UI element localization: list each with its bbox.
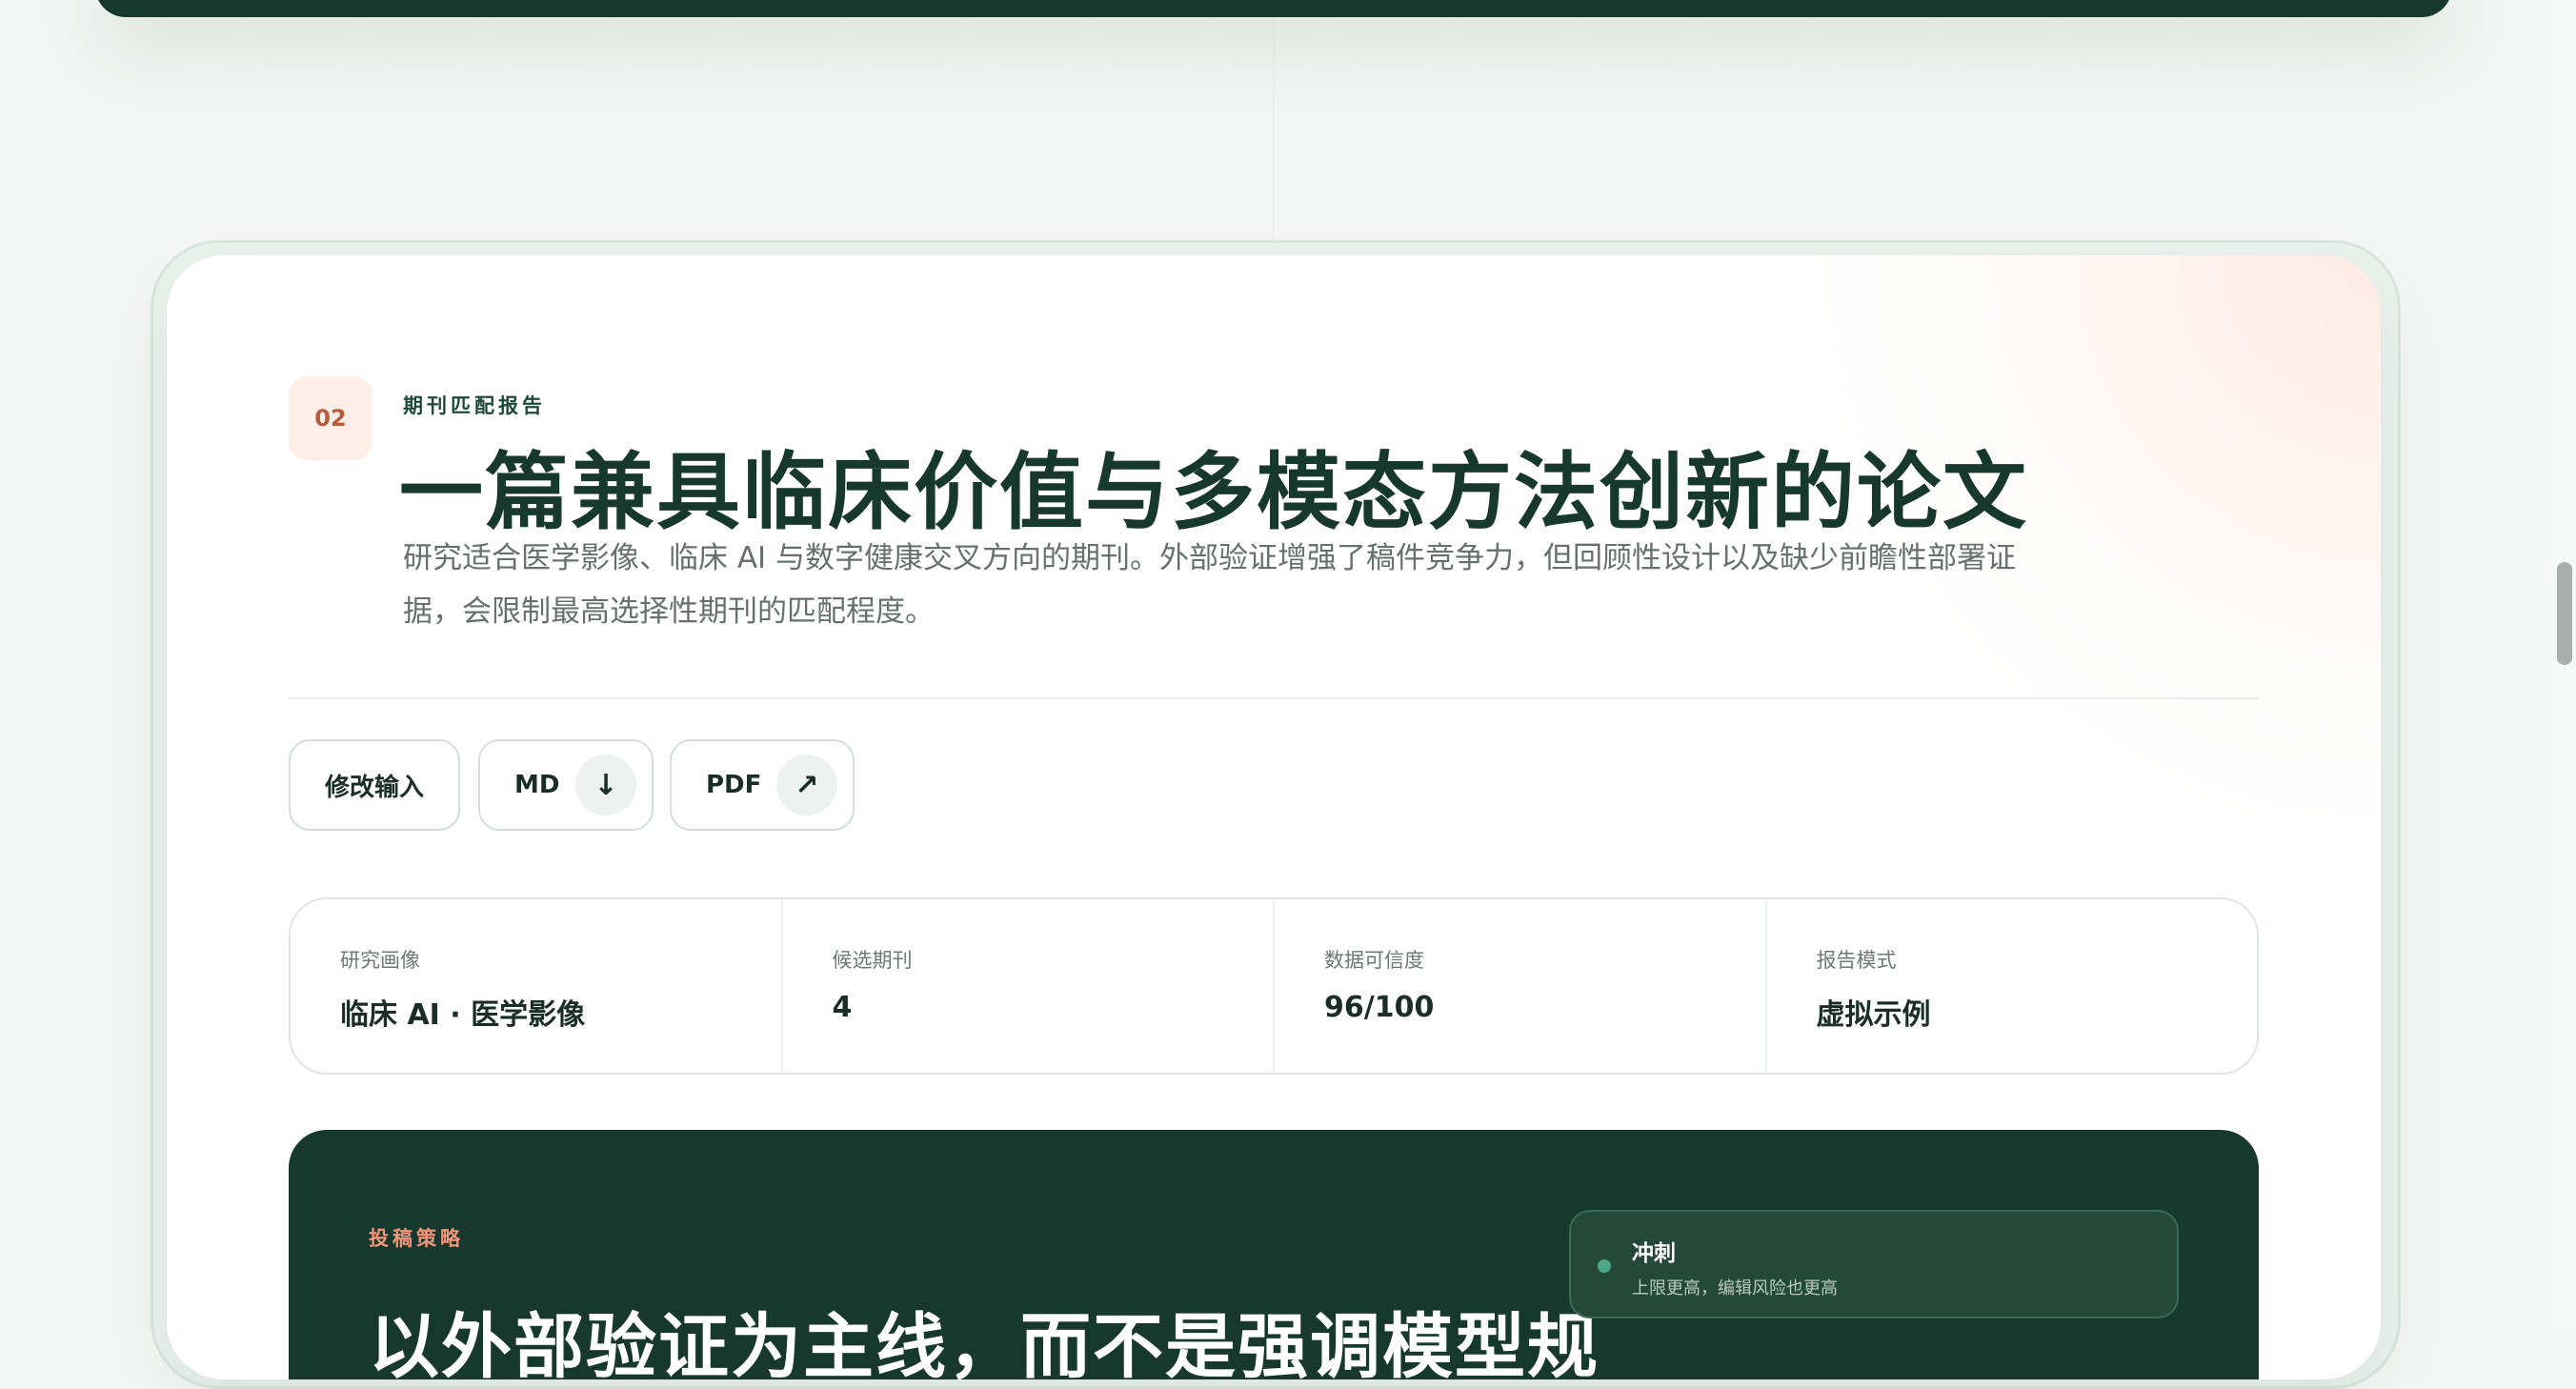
- stat-label: 报告模式: [1816, 949, 1897, 972]
- stat-value: 96/100: [1324, 991, 1435, 1024]
- download-arrow-icon: ↓: [575, 755, 636, 815]
- section-kicker: 期刊匹配报告: [403, 394, 546, 417]
- scrollbar-thumb[interactable]: [2557, 562, 2572, 665]
- edit-input-label: 修改输入: [324, 773, 424, 802]
- edit-input-button[interactable]: 修改输入: [289, 739, 460, 831]
- pdf-label: PDF: [706, 771, 762, 799]
- tier-name: 冲刺: [1632, 1241, 1676, 1266]
- download-md-button[interactable]: MD ↓: [478, 739, 654, 831]
- submission-strategy-panel: 投稿策略 以外部验证为主线，而不是强调模型规 冲刺 上限更高，编辑风险也更高: [289, 1130, 2259, 1379]
- strategy-kicker: 投稿策略: [369, 1227, 464, 1250]
- stat-value: 4: [832, 991, 853, 1024]
- stat-value: 临床 AI · 医学影像: [340, 998, 586, 1032]
- stat-data-confidence: 数据可信度 96/100: [1273, 899, 1765, 1073]
- tier-card-stretch[interactable]: 冲刺 上限更高，编辑风险也更高: [1569, 1210, 2179, 1319]
- divider: [289, 697, 2259, 699]
- scrollbar-track[interactable]: [2549, 0, 2576, 1334]
- stat-value: 虚拟示例: [1816, 998, 1931, 1032]
- report-description: 研究适合医学影像、临床 AI 与数字健康交叉方向的期刊。外部验证增强了稿件竞争力…: [403, 541, 2017, 629]
- status-dot-icon: [1598, 1259, 1611, 1273]
- report-stats-panel: 研究画像 临床 AI · 医学影像 候选期刊 4 数据可信度 96/100 报告…: [289, 897, 2259, 1075]
- previous-section-panel: [95, 0, 2452, 17]
- md-label: MD: [514, 771, 560, 799]
- section-number-badge: 02: [289, 376, 372, 460]
- stat-label: 研究画像: [340, 949, 420, 972]
- stat-candidate-journals: 候选期刊 4: [780, 899, 1274, 1073]
- report-title: 一篇兼具临床价值与多模态方法创新的论文: [399, 442, 2029, 541]
- tier-description: 上限更高，编辑风险也更高: [1632, 1278, 1838, 1298]
- journal-match-report-card: 02 期刊匹配报告 一篇兼具临床价值与多模态方法创新的论文 研究适合医学影像、临…: [167, 255, 2381, 1379]
- external-arrow-icon: ↗: [776, 755, 837, 815]
- stat-label: 候选期刊: [832, 949, 913, 972]
- strategy-title: 以外部验证为主线，而不是强调模型规: [369, 1306, 1600, 1379]
- open-pdf-button[interactable]: PDF ↗: [670, 739, 855, 831]
- stat-report-mode: 报告模式 虚拟示例: [1764, 899, 2258, 1073]
- stat-research-profile: 研究画像 临床 AI · 医学影像: [291, 899, 781, 1073]
- stat-label: 数据可信度: [1324, 949, 1424, 972]
